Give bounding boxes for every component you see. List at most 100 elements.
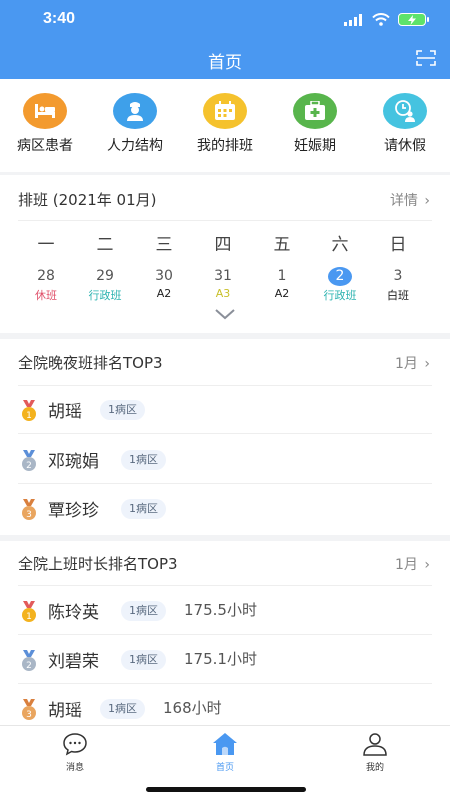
- schedule-card: 排班 (2021年 01月) 详情 › 一 二 三 四 五 六 日 28 休班 …: [0, 175, 450, 333]
- weekday-label: 五: [273, 235, 291, 255]
- day-shift: 白班: [387, 289, 409, 302]
- day-number: 31: [214, 268, 232, 284]
- svg-text:3: 3: [26, 710, 32, 720]
- calendar-day[interactable]: 31 A3: [193, 267, 253, 300]
- day-number: 1: [277, 268, 287, 284]
- quick-action-staffing[interactable]: 人力结构: [90, 79, 180, 155]
- quick-action-my-schedule[interactable]: 我的排班: [180, 79, 270, 155]
- day-number: 3: [393, 268, 403, 284]
- divider: [18, 433, 432, 434]
- calendar-day[interactable]: 28 休班: [16, 267, 76, 303]
- home-indicator: [146, 787, 306, 792]
- quick-action-icon-bg: [203, 93, 247, 129]
- day-shift: A3: [215, 287, 231, 300]
- svg-text:1: 1: [26, 411, 32, 421]
- dept-badge: 1病区: [100, 400, 145, 420]
- calendar-day[interactable]: 29 行政班: [75, 267, 135, 303]
- gold-medal-icon: 1: [22, 400, 36, 421]
- hours-rank-title: 全院上班时长排名TOP3: [18, 555, 178, 573]
- quick-action-label: 妊娠期: [294, 138, 336, 154]
- medical-kit-icon: [305, 101, 325, 120]
- tab-profile[interactable]: 我的: [330, 732, 420, 773]
- night-rank-month-select[interactable]: 1月 ›: [395, 353, 430, 373]
- calendar-day[interactable]: 30 A2: [134, 267, 194, 300]
- day-number: 29: [96, 268, 114, 284]
- status-time: 3:40: [43, 10, 76, 27]
- calendar-icon: [215, 101, 235, 120]
- divider: [18, 683, 432, 684]
- ranking-row[interactable]: 3 胡瑶 1病区 168小时: [18, 685, 432, 725]
- profile-icon: [363, 733, 387, 756]
- svg-text:2: 2: [26, 461, 32, 471]
- quick-action-label: 病区患者: [17, 138, 73, 154]
- bronze-medal-icon: 3: [22, 499, 36, 520]
- dept-badge: 1病区: [121, 601, 166, 621]
- hours-rank-month-select[interactable]: 1月 ›: [395, 554, 430, 574]
- schedule-details-link[interactable]: 详情 ›: [390, 190, 430, 210]
- chevron-down-icon[interactable]: [213, 307, 237, 321]
- day-shift: A2: [156, 287, 172, 300]
- day-shift: 休班: [35, 289, 57, 302]
- quick-action-patients[interactable]: 病区患者: [0, 79, 90, 155]
- tab-messages[interactable]: 消息: [30, 732, 120, 773]
- quick-action-label: 请休假: [384, 138, 426, 154]
- staff-name: 刘碧荣: [48, 652, 99, 672]
- weekday-label: 六: [331, 235, 349, 255]
- quick-action-leave[interactable]: 请休假: [360, 79, 450, 155]
- home-icon: [213, 733, 237, 755]
- schedule-title: 排班 (2021年 01月): [18, 191, 157, 209]
- tab-home[interactable]: 首页: [180, 732, 270, 773]
- work-hours: 175.5小时: [184, 601, 257, 619]
- schedule-details-label: 详情: [389, 193, 418, 209]
- calendar-day[interactable]: 1 A2: [252, 267, 312, 300]
- weekday-label: 一: [37, 235, 55, 255]
- svg-text:1: 1: [26, 612, 32, 622]
- svg-text:3: 3: [26, 510, 32, 520]
- page-title: 首页: [208, 53, 242, 73]
- battery-icon: [398, 13, 429, 26]
- day-number: 30: [155, 268, 173, 284]
- quick-action-icon-bg: [23, 93, 67, 129]
- ranking-row[interactable]: 2 邓琬娟 1病区: [18, 436, 432, 484]
- quick-action-icon-bg: [383, 93, 427, 129]
- day-number: 2: [328, 267, 352, 286]
- leave-icon: [395, 100, 415, 122]
- day-number: 28: [37, 268, 55, 284]
- staff-name: 胡瑶: [48, 402, 82, 422]
- ranking-row[interactable]: 1 陈玲英 1病区 175.5小时: [18, 587, 432, 635]
- weekday-label: 二: [96, 235, 114, 255]
- quick-action-pregnancy[interactable]: 妊娠期: [270, 79, 360, 155]
- work-hours: 175.1小时: [184, 650, 257, 668]
- scan-icon[interactable]: [416, 49, 436, 67]
- tab-label: 首页: [215, 763, 234, 773]
- quick-action-icon-bg: [293, 93, 337, 129]
- ranking-row[interactable]: 2 刘碧荣 1病区 175.1小时: [18, 636, 432, 684]
- calendar-day-selected[interactable]: 2 行政班: [310, 267, 370, 303]
- tab-label: 我的: [365, 763, 384, 773]
- night-rank-title: 全院晚夜班排名TOP3: [18, 354, 163, 372]
- quick-action-label: 我的排班: [197, 138, 253, 154]
- divider: [18, 634, 432, 635]
- ranking-row[interactable]: 3 覃珍珍 1病区: [18, 485, 432, 533]
- gold-medal-icon: 1: [22, 601, 36, 622]
- night-rank-month: 1月: [395, 356, 418, 372]
- nurse-icon: [127, 102, 143, 121]
- staff-name: 陈玲英: [48, 603, 99, 623]
- chevron-right-icon: ›: [424, 356, 430, 372]
- calendar-day[interactable]: 3 白班: [368, 267, 428, 303]
- signal-icon: [344, 13, 362, 26]
- ranking-row[interactable]: 1 胡瑶 1病区: [18, 386, 432, 434]
- divider: [18, 585, 432, 586]
- chevron-right-icon: ›: [424, 193, 430, 209]
- weekday-label: 三: [155, 235, 173, 255]
- divider: [18, 483, 432, 484]
- message-icon: [63, 733, 87, 756]
- dept-badge: 1病区: [121, 450, 166, 470]
- tab-label: 消息: [65, 763, 84, 773]
- silver-medal-icon: 2: [22, 450, 36, 471]
- quick-action-icon-bg: [113, 93, 157, 129]
- day-shift: A2: [274, 287, 290, 300]
- work-hours-ranking-card: 全院上班时长排名TOP3 1月 › 1 陈玲英 1病区 175.5小时 2 刘碧…: [0, 541, 450, 725]
- weekday-label: 四: [214, 235, 232, 255]
- status-bar: 3:40: [0, 0, 450, 40]
